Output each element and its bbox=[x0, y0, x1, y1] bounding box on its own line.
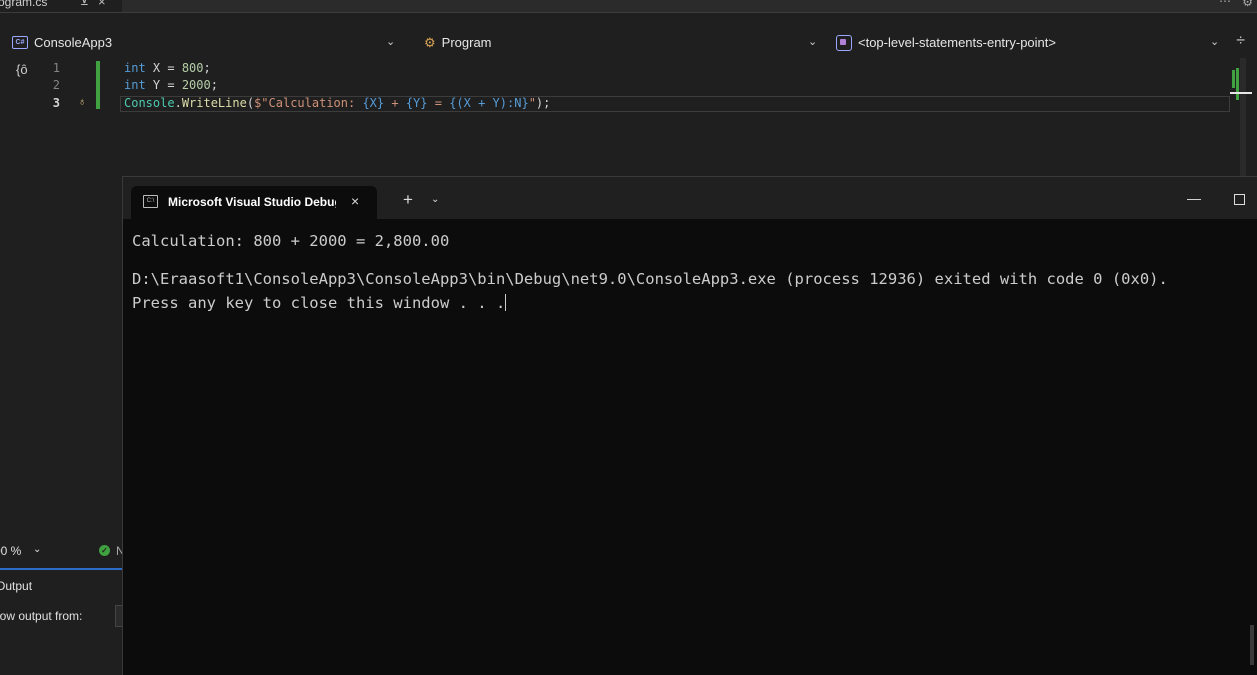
output-panel: Output how output from: bbox=[0, 570, 126, 675]
number-literal: 800 bbox=[181, 61, 204, 75]
terminal-line: Calculation: 800 + 2000 = 2,800.00 bbox=[132, 232, 450, 250]
editor-status-bar: 00 % ⌄ ✓ N bbox=[0, 539, 125, 565]
code-lens-icon[interactable]: {ȏ bbox=[16, 62, 28, 77]
document-tab-program-cs[interactable]: rogram.cs ⊻ × bbox=[0, 0, 122, 12]
class-dropdown[interactable]: ⚙ Program ⌄ bbox=[424, 29, 824, 56]
document-tab-strip: rogram.cs ⊻ × ⋯ ⚙ bbox=[0, 0, 1257, 13]
code-text: ; bbox=[203, 61, 211, 75]
code-text: ; bbox=[210, 78, 218, 92]
method-name: WriteLine bbox=[181, 96, 247, 110]
terminal-output[interactable]: Calculation: 800 + 2000 = 2,800.00 D:\Era… bbox=[132, 229, 1168, 315]
debug-console-window[interactable]: C:\ Microsoft Visual Studio Debug × + ⌄ … bbox=[122, 176, 1257, 675]
text-cursor bbox=[505, 294, 507, 311]
member-dropdown[interactable]: <top-level-statements-entry-point> ⌄ bbox=[836, 29, 1226, 56]
pin-icon[interactable]: ⊻ bbox=[80, 0, 89, 8]
string-literal: " bbox=[528, 96, 536, 110]
chevron-down-icon[interactable]: ⌄ bbox=[33, 544, 41, 555]
line-number: 2 bbox=[52, 78, 60, 92]
change-tracking-bar bbox=[96, 61, 100, 109]
csharp-project-icon: C# bbox=[12, 36, 28, 49]
code-text: . bbox=[174, 96, 182, 110]
code-line-1[interactable]: int X = 800; bbox=[124, 61, 211, 75]
code-editor[interactable]: {ȏ 1 2 3 ♁ int X = 800; int Y = 2000; Co… bbox=[0, 58, 1257, 178]
code-line-3[interactable]: Console.WriteLine($"Calculation: {X} + {… bbox=[124, 96, 550, 110]
minimize-button[interactable]: — bbox=[1187, 190, 1201, 206]
chevron-down-icon: ⌄ bbox=[1210, 36, 1220, 48]
code-text: ( bbox=[246, 96, 255, 110]
number-literal: 2000 bbox=[181, 78, 211, 92]
navigation-bar: C# ConsoleApp3 ⌄ ⚙ Program ⌄ <top-level-… bbox=[0, 29, 1257, 56]
close-tab-icon[interactable]: × bbox=[98, 0, 106, 9]
class-icon: ⚙ bbox=[424, 34, 436, 50]
scrollbar-change-marker bbox=[1236, 68, 1239, 100]
string-literal: + bbox=[384, 96, 406, 110]
string-literal: = bbox=[427, 96, 450, 110]
keyword: int bbox=[124, 78, 146, 92]
lightbulb-icon[interactable]: ♁ bbox=[78, 96, 86, 108]
scrollbar-caret-marker bbox=[1230, 92, 1252, 94]
terminal-title-bar: C:\ Microsoft Visual Studio Debug × + ⌄ … bbox=[123, 177, 1257, 219]
string-literal: $"Calculation: bbox=[254, 96, 363, 110]
keyword: int bbox=[124, 61, 146, 75]
scrollbar-change-marker bbox=[1232, 70, 1235, 88]
class-name: Program bbox=[441, 35, 492, 50]
maximize-button[interactable] bbox=[1234, 194, 1245, 205]
member-name: <top-level-statements-entry-point> bbox=[858, 35, 1056, 50]
gear-icon[interactable]: ⚙ bbox=[1242, 0, 1253, 9]
document-tab-title: rogram.cs bbox=[0, 0, 48, 9]
project-dropdown[interactable]: C# ConsoleApp3 ⌄ bbox=[12, 29, 400, 56]
editor-scrollbar[interactable] bbox=[1240, 58, 1246, 178]
close-icon[interactable]: × bbox=[351, 193, 359, 209]
interpolation: {Y} bbox=[405, 96, 428, 110]
chevron-down-icon[interactable]: ⌄ bbox=[431, 194, 439, 205]
show-output-from-label: how output from: bbox=[0, 609, 83, 623]
method-icon bbox=[836, 34, 852, 51]
terminal-tab-title: Microsoft Visual Studio Debug bbox=[168, 195, 336, 209]
console-icon: C:\ bbox=[143, 195, 158, 208]
interpolation: {X} bbox=[362, 96, 385, 110]
terminal-line: D:\Eraasoft1\ConsoleApp3\ConsoleApp3\bin… bbox=[132, 270, 1168, 288]
no-issues-icon[interactable]: ✓ bbox=[99, 545, 110, 556]
chevron-down-icon: ⌄ bbox=[386, 36, 396, 48]
terminal-tab[interactable]: C:\ Microsoft Visual Studio Debug × bbox=[131, 186, 377, 219]
interpolation: {(X + Y):N} bbox=[449, 96, 529, 110]
zoom-level[interactable]: 00 % bbox=[0, 544, 21, 558]
code-line-2[interactable]: int Y = 2000; bbox=[124, 78, 218, 92]
type-name: Console bbox=[124, 96, 175, 110]
more-tabs-icon[interactable]: ⋯ bbox=[1219, 0, 1231, 8]
terminal-line-prompt: Press any key to close this window . . . bbox=[132, 291, 1168, 315]
split-editor-icon[interactable]: ÷ bbox=[1236, 32, 1245, 50]
code-text: ); bbox=[535, 96, 551, 110]
code-text: Y = bbox=[145, 78, 182, 92]
project-name: ConsoleApp3 bbox=[34, 35, 113, 50]
code-text: X = bbox=[145, 61, 182, 75]
new-tab-button[interactable]: + bbox=[403, 190, 413, 210]
chevron-down-icon: ⌄ bbox=[808, 36, 818, 48]
line-number: 1 bbox=[52, 61, 60, 75]
terminal-line: Press any key to close this window . . . bbox=[132, 294, 506, 312]
terminal-scrollbar[interactable] bbox=[1250, 625, 1254, 665]
output-panel-title[interactable]: Output bbox=[0, 579, 32, 593]
line-number-current: 3 bbox=[52, 96, 60, 110]
